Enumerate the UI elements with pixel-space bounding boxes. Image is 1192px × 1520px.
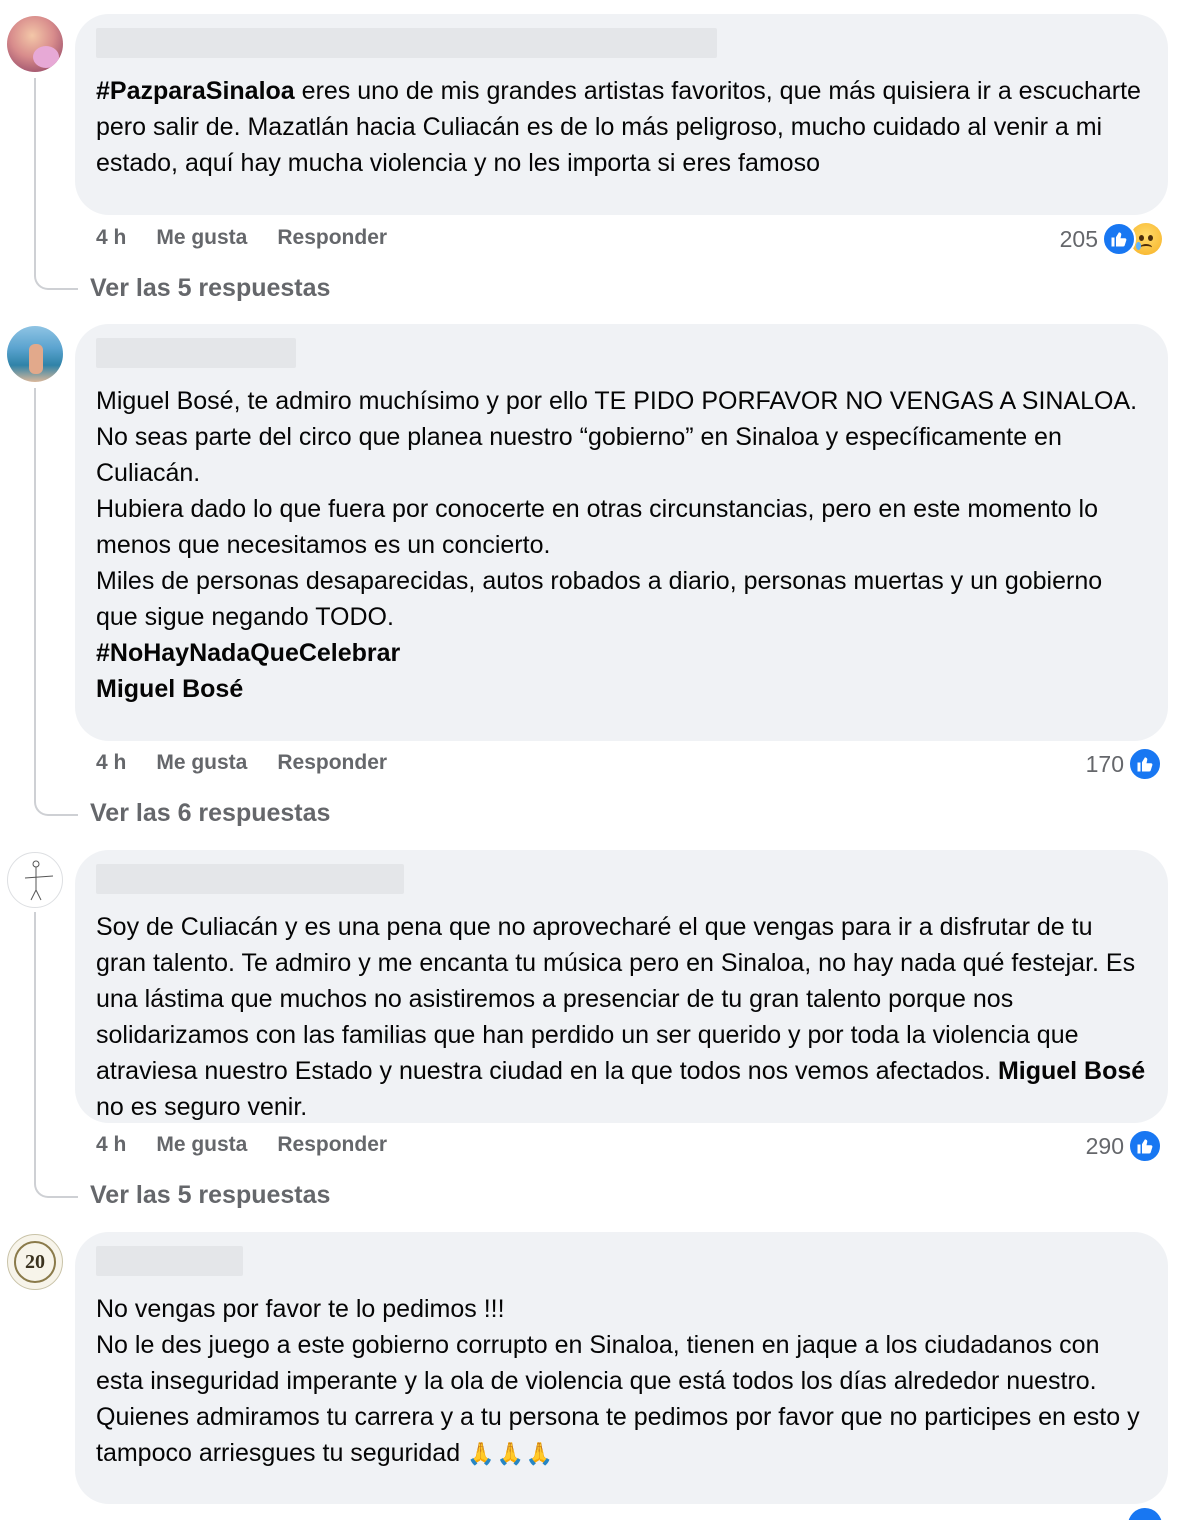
- comment-text: #PazparaSinaloa eres uno de mis grandes …: [96, 73, 1146, 181]
- comment-actions: 4 h Me gusta Responder: [96, 750, 387, 776]
- hashtag-link[interactable]: #PazparaSinaloa: [96, 77, 295, 105]
- comment-text-segment: Miguel Bosé, te admiro muchísimo y por e…: [96, 387, 1138, 631]
- thread-line: [34, 388, 78, 816]
- comment-actions: 4 h Me gusta Responder: [96, 225, 387, 251]
- anniversary-badge-icon: 20: [14, 1241, 56, 1283]
- avatar[interactable]: 20: [7, 1234, 63, 1290]
- comment-bubble: #PazparaSinaloa eres uno de mis grandes …: [75, 14, 1168, 215]
- comment-bubble: No vengas por favor te lo pedimos !!! No…: [75, 1232, 1168, 1504]
- cut-off-actions: [96, 1512, 416, 1520]
- view-replies-link[interactable]: Ver las 5 respuestas: [90, 273, 330, 303]
- reply-button[interactable]: Responder: [277, 225, 387, 251]
- like-button[interactable]: Me gusta: [156, 750, 247, 776]
- like-icon: [1128, 1129, 1162, 1163]
- timestamp[interactable]: 4 h: [96, 1132, 126, 1158]
- hashtag-and-mention[interactable]: #NoHayNadaQueCelebrar Miguel Bosé: [96, 639, 400, 703]
- avatar-photo-detail: [33, 46, 59, 68]
- sketch-figure-icon: [24, 860, 54, 901]
- reaction-count: 170: [1085, 751, 1124, 777]
- view-replies-link[interactable]: Ver las 6 respuestas: [90, 798, 330, 828]
- reply-button[interactable]: Responder: [277, 750, 387, 776]
- timestamp[interactable]: 4 h: [96, 750, 126, 776]
- comment-text-segment: No vengas por favor te lo pedimos !!! No…: [96, 1295, 1140, 1467]
- like-button[interactable]: Me gusta: [156, 1132, 247, 1158]
- mention-link[interactable]: Miguel Bosé: [998, 1057, 1145, 1085]
- reaction-count: 290: [1085, 1133, 1124, 1159]
- reaction-summary[interactable]: 290: [1086, 1129, 1162, 1163]
- like-button[interactable]: Me gusta: [156, 225, 247, 251]
- reply-button[interactable]: Responder: [277, 1132, 387, 1158]
- comment-bubble: Miguel Bosé, te admiro muchísimo y por e…: [75, 324, 1168, 741]
- reaction-count: 205: [1059, 226, 1098, 252]
- avatar-photo-detail: [29, 344, 43, 374]
- avatar[interactable]: [7, 326, 63, 382]
- like-icon: [1102, 222, 1136, 256]
- comment-text: No vengas por favor te lo pedimos !!! No…: [96, 1291, 1146, 1472]
- comment-text: Soy de Culiacán y es una pena que no apr…: [96, 909, 1146, 1125]
- comment-bubble: Soy de Culiacán y es una pena que no apr…: [75, 850, 1168, 1123]
- author-name-redacted[interactable]: [96, 1246, 243, 1276]
- author-name-redacted[interactable]: [96, 338, 296, 368]
- thread-line: [34, 912, 78, 1198]
- comment-text-segment: no es seguro venir.: [96, 1093, 308, 1121]
- avatar[interactable]: [7, 852, 63, 908]
- author-name-redacted[interactable]: [96, 28, 717, 58]
- cut-off-like-icon: [1128, 1508, 1162, 1520]
- praying-hands-emoji: 🙏🙏🙏: [467, 1441, 556, 1466]
- reaction-summary[interactable]: 170: [1086, 747, 1162, 781]
- view-replies-link[interactable]: Ver las 5 respuestas: [90, 1180, 330, 1210]
- avatar[interactable]: [7, 16, 63, 72]
- comment-text: Miguel Bosé, te admiro muchísimo y por e…: [96, 383, 1146, 707]
- timestamp[interactable]: 4 h: [96, 225, 126, 251]
- like-icon: [1128, 747, 1162, 781]
- reaction-summary[interactable]: 205: [1060, 222, 1162, 256]
- comment-actions: 4 h Me gusta Responder: [96, 1132, 387, 1158]
- author-name-redacted[interactable]: [96, 864, 404, 894]
- comment-text-segment: Soy de Culiacán y es una pena que no apr…: [96, 913, 1136, 1085]
- thread-line: [34, 78, 78, 290]
